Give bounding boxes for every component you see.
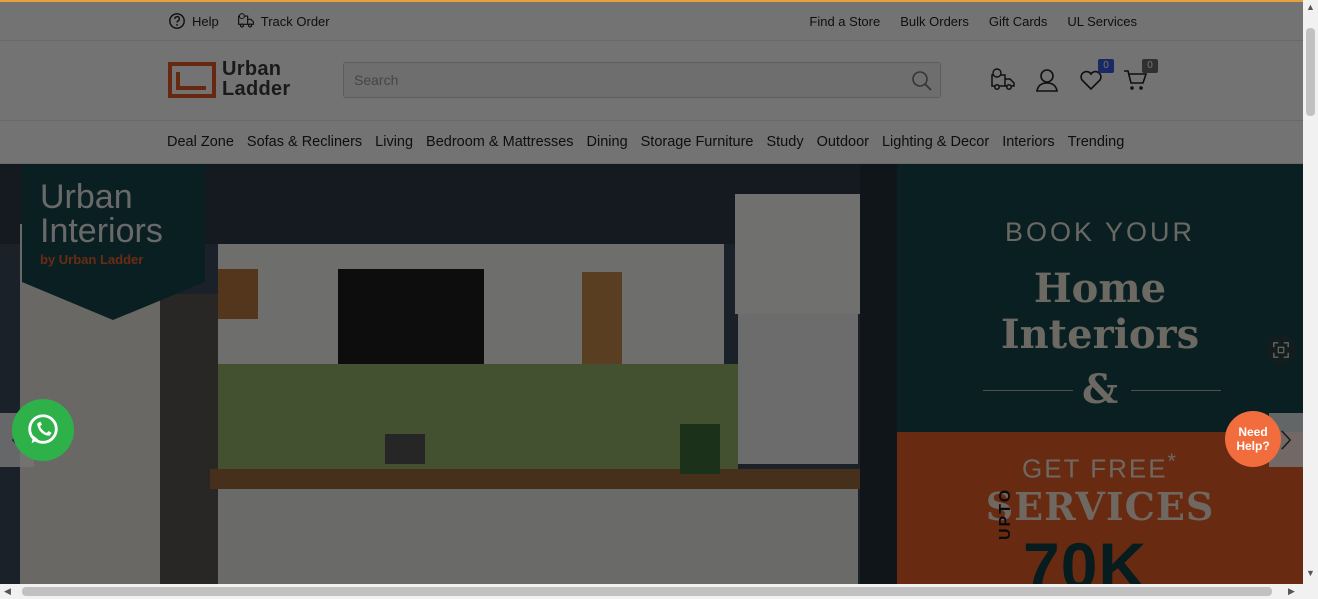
scroll-left-icon[interactable]: ◀ — [4, 586, 11, 597]
bulk-orders-link[interactable]: Bulk Orders — [900, 14, 969, 29]
promo-ampersand: & — [1081, 366, 1119, 413]
scroll-up-icon[interactable]: ▲ — [1306, 2, 1315, 12]
tag-title: Urban Interiors — [40, 180, 163, 248]
horizontal-scrollbar[interactable]: ◀ ▶ — [0, 584, 1303, 599]
nav-interiors[interactable]: Interiors — [1002, 134, 1054, 150]
logo-mark-icon — [168, 62, 216, 98]
urban-interiors-tag: Urban Interiors by Urban Ladder — [22, 164, 205, 320]
search-box[interactable] — [343, 62, 941, 98]
promo-upto: UPTO — [997, 487, 1014, 540]
fullscreen-button[interactable] — [1266, 335, 1296, 365]
help-label: Help — [192, 13, 219, 29]
find-store-link[interactable]: Find a Store — [809, 14, 880, 29]
nav-study[interactable]: Study — [766, 134, 803, 150]
nav-dining[interactable]: Dining — [587, 134, 628, 150]
top-accent-line — [0, 0, 1303, 2]
nav-sofas-recliners[interactable]: Sofas & Recliners — [247, 134, 362, 150]
promo-home: Home — [1033, 265, 1167, 312]
help-link[interactable]: Help — [168, 12, 219, 30]
whatsapp-button[interactable] — [12, 399, 74, 461]
track-order-link[interactable]: Track Order — [237, 12, 330, 30]
logo-line-2: Ladder — [222, 78, 291, 100]
utility-bar: Help Track Order Find a Store Bulk Order… — [0, 2, 1303, 41]
nav-bedroom-mattresses[interactable]: Bedroom & Mattresses — [426, 134, 573, 150]
track-order-label: Track Order — [260, 13, 330, 29]
vertical-scrollbar[interactable]: ▲ ▼ — [1303, 0, 1318, 584]
tag-subtitle: by Urban Ladder — [40, 252, 144, 267]
ul-services-link[interactable]: UL Services — [1067, 14, 1137, 29]
category-nav: Deal Zone Sofas & Recliners Living Bedro… — [0, 121, 1303, 164]
promo-amount: 70K — [1023, 529, 1148, 584]
vertical-scroll-thumb[interactable] — [1306, 28, 1315, 116]
nav-outdoor[interactable]: Outdoor — [817, 134, 869, 150]
nav-lighting-decor[interactable]: Lighting & Decor — [882, 134, 989, 150]
promo-interiors: Interiors — [1000, 311, 1200, 358]
scrollbar-corner — [1303, 584, 1318, 599]
need-help-button[interactable]: Need Help? — [1225, 411, 1281, 467]
track-order-button[interactable] — [990, 67, 1016, 93]
promo-book-your: BOOK YOUR — [1004, 217, 1196, 247]
search-input[interactable] — [344, 63, 904, 97]
promo-panel: BOOK YOUR Home Interiors & GET FREE* SER… — [897, 164, 1303, 584]
nav-deal-zone[interactable]: Deal Zone — [167, 134, 234, 150]
nav-trending[interactable]: Trending — [1068, 134, 1125, 150]
logo[interactable]: Urban Ladder — [168, 59, 290, 99]
chevron-right-icon — [1281, 430, 1292, 450]
logo-line-1: Urban — [222, 58, 282, 80]
hero-banner[interactable]: Urban Interiors by Urban Ladder BOOK YOU… — [0, 164, 1303, 584]
delivery-truck-icon — [991, 68, 1015, 90]
page: Help Track Order Find a Store Bulk Order… — [0, 0, 1303, 584]
user-icon — [1036, 69, 1058, 92]
truck-icon — [237, 13, 254, 28]
nav-living[interactable]: Living — [375, 134, 413, 150]
tag-title-line-2: Interiors — [40, 212, 163, 250]
cart-button[interactable]: 0 — [1122, 59, 1158, 93]
nav-storage-furniture[interactable]: Storage Furniture — [641, 134, 754, 150]
logo-text: Urban Ladder — [222, 59, 290, 99]
promo-services: SERVICES — [985, 484, 1215, 529]
gift-cards-link[interactable]: Gift Cards — [989, 14, 1048, 29]
account-button[interactable] — [1034, 67, 1060, 93]
main-header: Urban Ladder 0 0 — [0, 41, 1303, 121]
promo-home-interiors: Home Interiors — [897, 266, 1303, 358]
promo-get-free-text: GET FREE — [1022, 453, 1168, 484]
scroll-down-icon[interactable]: ▼ — [1306, 568, 1315, 578]
search-icon[interactable] — [910, 69, 934, 93]
horizontal-scroll-thumb[interactable] — [22, 587, 1272, 596]
expand-icon — [1273, 342, 1289, 358]
wishlist-count-badge: 0 — [1098, 59, 1114, 73]
promo-asterisk: * — [1167, 448, 1178, 473]
tag-title-line-1: Urban — [40, 178, 133, 216]
wishlist-button[interactable]: 0 — [1078, 59, 1114, 93]
help-icon — [169, 13, 185, 29]
scroll-right-icon[interactable]: ▶ — [1288, 586, 1295, 597]
cart-count-badge: 0 — [1142, 59, 1158, 73]
whatsapp-icon — [28, 414, 58, 444]
header-actions: 0 0 — [990, 59, 1158, 93]
